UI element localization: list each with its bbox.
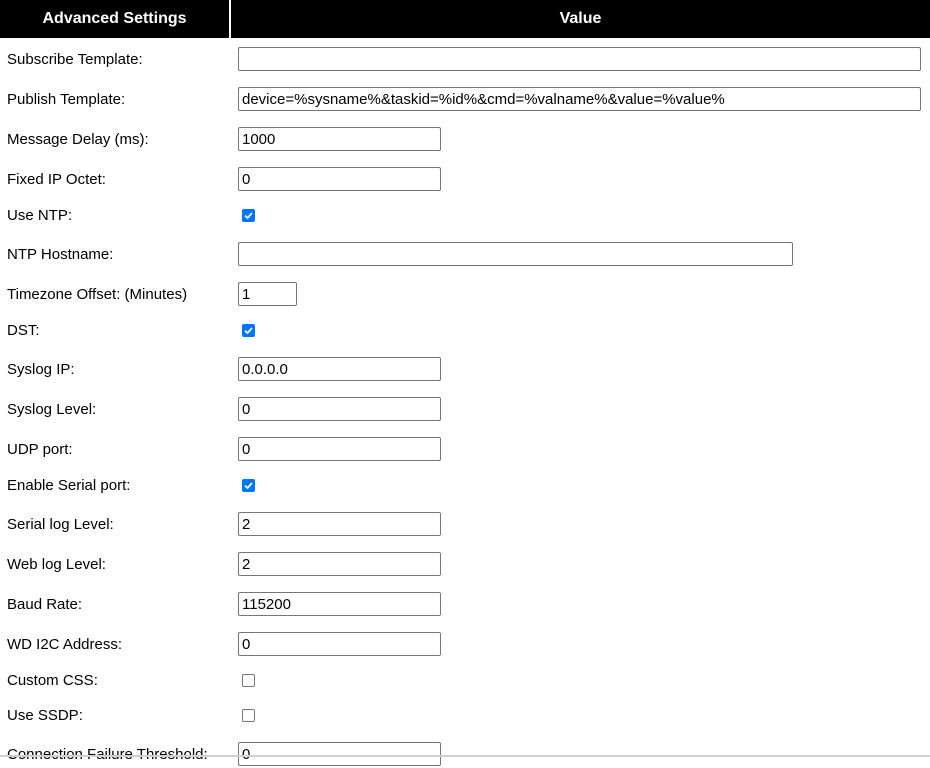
row-custom-css: Custom CSS: bbox=[0, 668, 930, 694]
dst-label: DST: bbox=[7, 322, 40, 339]
publish-template-label: Publish Template: bbox=[7, 91, 126, 108]
baud-rate-input[interactable] bbox=[238, 592, 441, 616]
use-ntp-label: Use NTP: bbox=[7, 207, 73, 224]
row-ntp-hostname: NTP Hostname: bbox=[0, 242, 930, 268]
serial-log-level-input[interactable] bbox=[238, 512, 441, 536]
wd-i2c-address-input[interactable] bbox=[238, 632, 441, 656]
ntp-hostname-input[interactable] bbox=[238, 242, 793, 266]
syslog-level-input[interactable] bbox=[238, 397, 441, 421]
row-serial-log-level: Serial log Level: bbox=[0, 512, 930, 538]
use-ssdp-label: Use SSDP: bbox=[7, 707, 83, 724]
row-baud-rate: Baud Rate: bbox=[0, 592, 930, 618]
row-timezone-offset: Timezone Offset: (Minutes) bbox=[0, 282, 930, 308]
dst-checkbox[interactable] bbox=[242, 324, 255, 337]
message-delay-label: Message Delay (ms): bbox=[7, 131, 149, 148]
message-delay-input[interactable] bbox=[238, 127, 441, 151]
row-udp-port: UDP port: bbox=[0, 437, 930, 463]
fixed-ip-octet-label: Fixed IP Octet: bbox=[7, 171, 106, 188]
web-log-level-input[interactable] bbox=[238, 552, 441, 576]
row-wd-i2c-address: WD I2C Address: bbox=[0, 632, 930, 658]
ntp-hostname-label: NTP Hostname: bbox=[7, 246, 114, 263]
row-use-ssdp: Use SSDP: bbox=[0, 703, 930, 729]
row-publish-template: Publish Template: bbox=[0, 87, 930, 113]
row-syslog-level: Syslog Level: bbox=[0, 397, 930, 423]
custom-css-checkbox[interactable] bbox=[242, 674, 255, 687]
connection-failure-threshold-input[interactable] bbox=[238, 742, 441, 766]
enable-serial-label: Enable Serial port: bbox=[7, 477, 131, 494]
timezone-offset-label: Timezone Offset: (Minutes) bbox=[7, 286, 188, 303]
udp-port-input[interactable] bbox=[238, 437, 441, 461]
publish-template-input[interactable] bbox=[238, 87, 921, 111]
web-log-level-label: Web log Level: bbox=[7, 556, 106, 573]
syslog-level-label: Syslog Level: bbox=[7, 401, 97, 418]
row-fixed-ip-octet: Fixed IP Octet: bbox=[0, 167, 930, 193]
wd-i2c-address-label: WD I2C Address: bbox=[7, 636, 123, 653]
udp-port-label: UDP port: bbox=[7, 441, 73, 458]
row-web-log-level: Web log Level: bbox=[0, 552, 930, 578]
syslog-ip-label: Syslog IP: bbox=[7, 361, 75, 378]
custom-css-label: Custom CSS: bbox=[7, 672, 98, 689]
syslog-ip-input[interactable] bbox=[238, 357, 441, 381]
header-value: Value bbox=[559, 10, 602, 27]
timezone-offset-input[interactable] bbox=[238, 282, 297, 306]
use-ssdp-checkbox[interactable] bbox=[242, 709, 255, 722]
use-ntp-checkbox[interactable] bbox=[242, 209, 255, 222]
settings-table-header: Advanced Settings Value bbox=[0, 0, 930, 38]
subscribe-template-label: Subscribe Template: bbox=[7, 51, 143, 68]
row-subscribe-template: Subscribe Template: bbox=[0, 47, 930, 73]
row-dst: DST: bbox=[0, 318, 930, 344]
row-use-ntp: Use NTP: bbox=[0, 203, 930, 229]
baud-rate-label: Baud Rate: bbox=[7, 596, 83, 613]
row-enable-serial: Enable Serial port: bbox=[0, 473, 930, 499]
fixed-ip-octet-input[interactable] bbox=[238, 167, 441, 191]
subscribe-template-input[interactable] bbox=[238, 47, 921, 71]
row-message-delay: Message Delay (ms): bbox=[0, 127, 930, 153]
serial-log-level-label: Serial log Level: bbox=[7, 516, 114, 533]
header-advanced-settings: Advanced Settings bbox=[42, 10, 187, 27]
row-syslog-ip: Syslog IP: bbox=[0, 357, 930, 383]
enable-serial-checkbox[interactable] bbox=[242, 479, 255, 492]
